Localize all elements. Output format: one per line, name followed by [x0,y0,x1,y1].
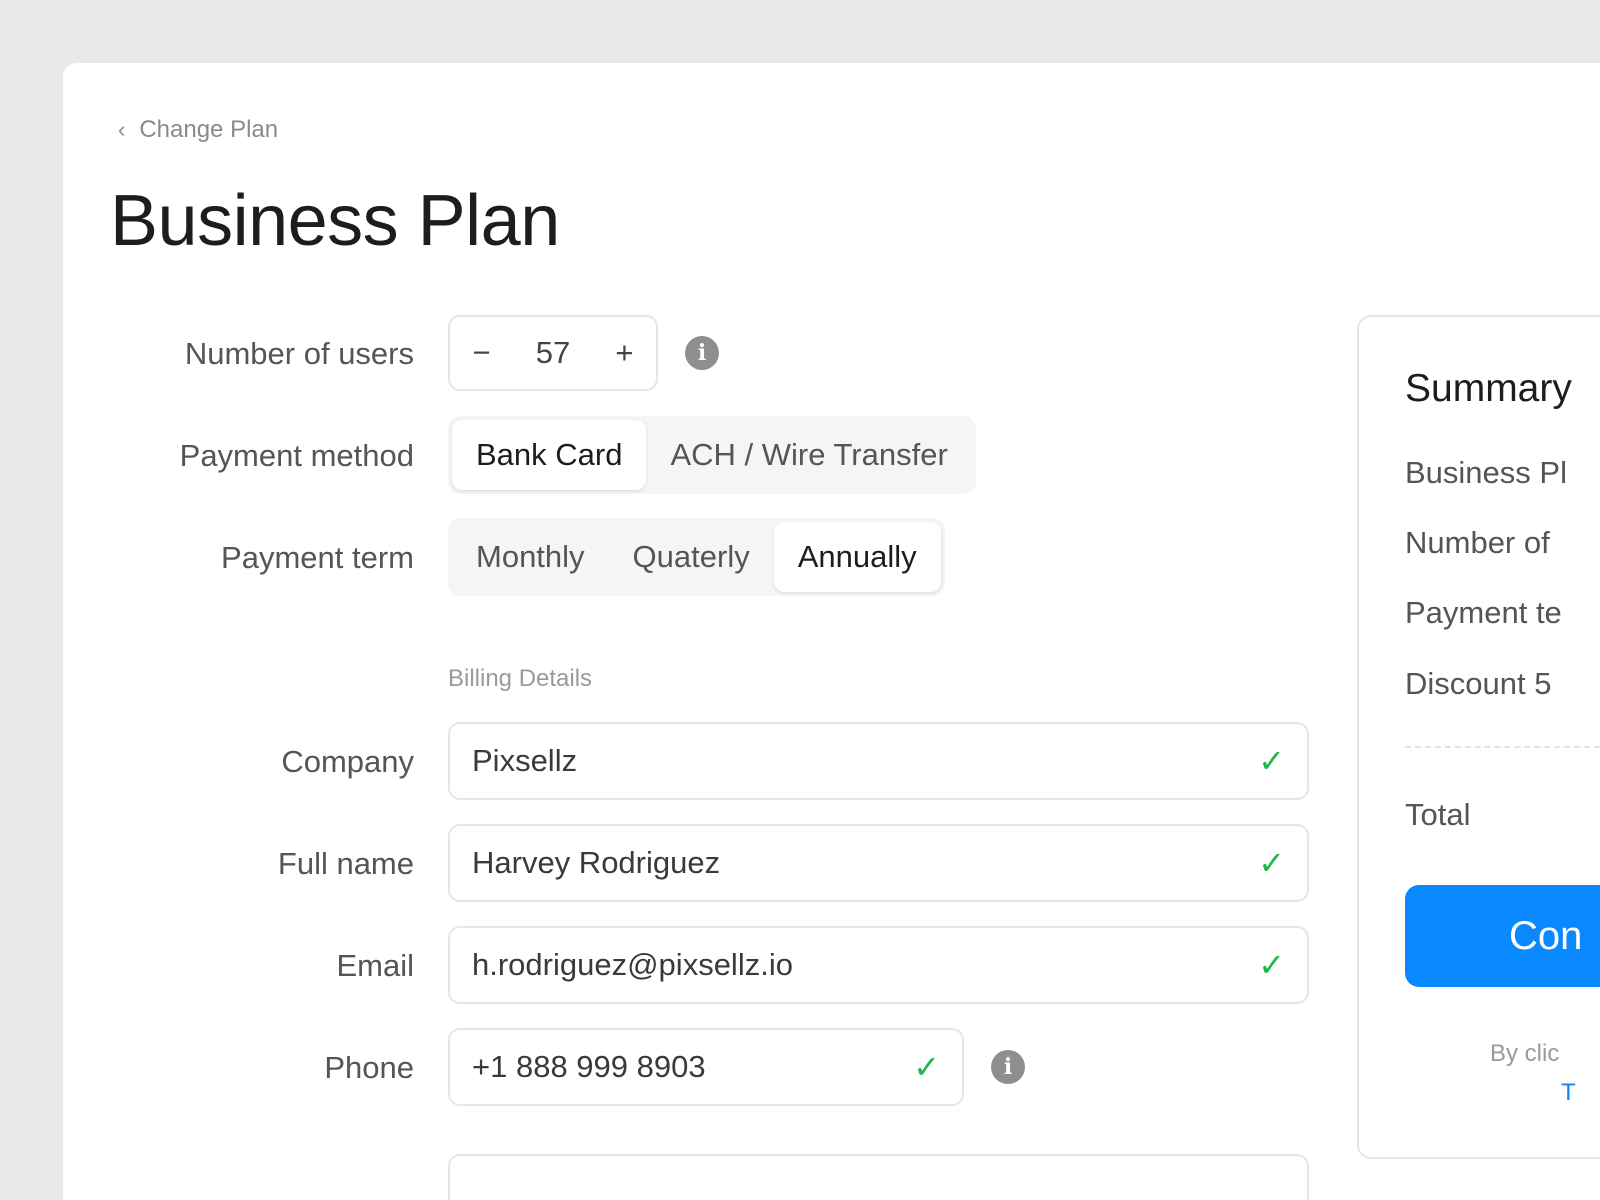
payment-term-selector: Monthly Quaterly Annually [448,518,945,596]
email-label: Email [336,948,414,983]
summary-title: Summary [1405,367,1572,410]
summary-panel: Summary Business Pl Number of Payment te… [1357,315,1600,1159]
info-icon[interactable]: i [685,336,719,370]
option-monthly[interactable]: Monthly [452,522,609,592]
full-name-value: Harvey Rodriguez [472,845,721,880]
phone-input[interactable]: +1 888 999 8903 ✓ [448,1028,964,1106]
check-icon: ✓ [1258,845,1285,881]
change-plan-link[interactable]: ‹ Change Plan [118,116,278,144]
billing-details-heading: Billing Details [448,665,593,692]
users-label: Number of users [184,336,414,371]
option-bank-card[interactable]: Bank Card [452,420,647,490]
phone-value: +1 888 999 8903 [472,1049,706,1084]
check-icon: ✓ [1258,947,1285,983]
email-input[interactable]: h.rodriguez@pixsellz.io ✓ [448,926,1309,1004]
full-name-label: Full name [277,846,414,881]
company-label: Company [281,744,414,779]
summary-users: Number of [1405,525,1550,560]
email-value: h.rodriguez@pixsellz.io [472,947,793,982]
summary-plan: Business Pl [1405,455,1567,490]
next-input[interactable] [448,1154,1309,1200]
confirm-button[interactable]: Con [1405,885,1600,987]
check-icon: ✓ [1258,743,1285,779]
option-annually[interactable]: Annually [773,522,941,592]
company-input[interactable]: Pixsellz ✓ [448,722,1309,800]
decrement-button[interactable]: − [473,335,491,371]
chevron-left-icon: ‹ [118,117,126,142]
summary-total: Total [1405,797,1471,832]
users-value[interactable]: 57 [536,335,570,371]
users-stepper[interactable]: − 57 + [448,315,658,391]
payment-term-label: Payment term [221,540,414,575]
payment-method-label: Payment method [179,438,414,473]
payment-method-selector: Bank Card ACH / Wire Transfer [448,416,976,494]
check-icon: ✓ [913,1049,940,1085]
info-icon[interactable]: i [991,1050,1025,1084]
page-title: Business Plan [110,181,560,261]
company-value: Pixsellz [472,743,578,778]
phone-label: Phone [324,1050,414,1085]
summary-term: Payment te [1405,595,1562,630]
terms-link[interactable]: T [1561,1079,1576,1107]
option-quaterly[interactable]: Quaterly [609,522,774,592]
terms-note: By clic [1490,1040,1560,1067]
option-ach-wire[interactable]: ACH / Wire Transfer [646,420,971,490]
full-name-input[interactable]: Harvey Rodriguez ✓ [448,824,1309,902]
summary-discount: Discount 5 [1405,666,1552,701]
divider [1405,746,1600,748]
change-plan-label: Change Plan [139,116,279,143]
increment-button[interactable]: + [615,335,633,371]
